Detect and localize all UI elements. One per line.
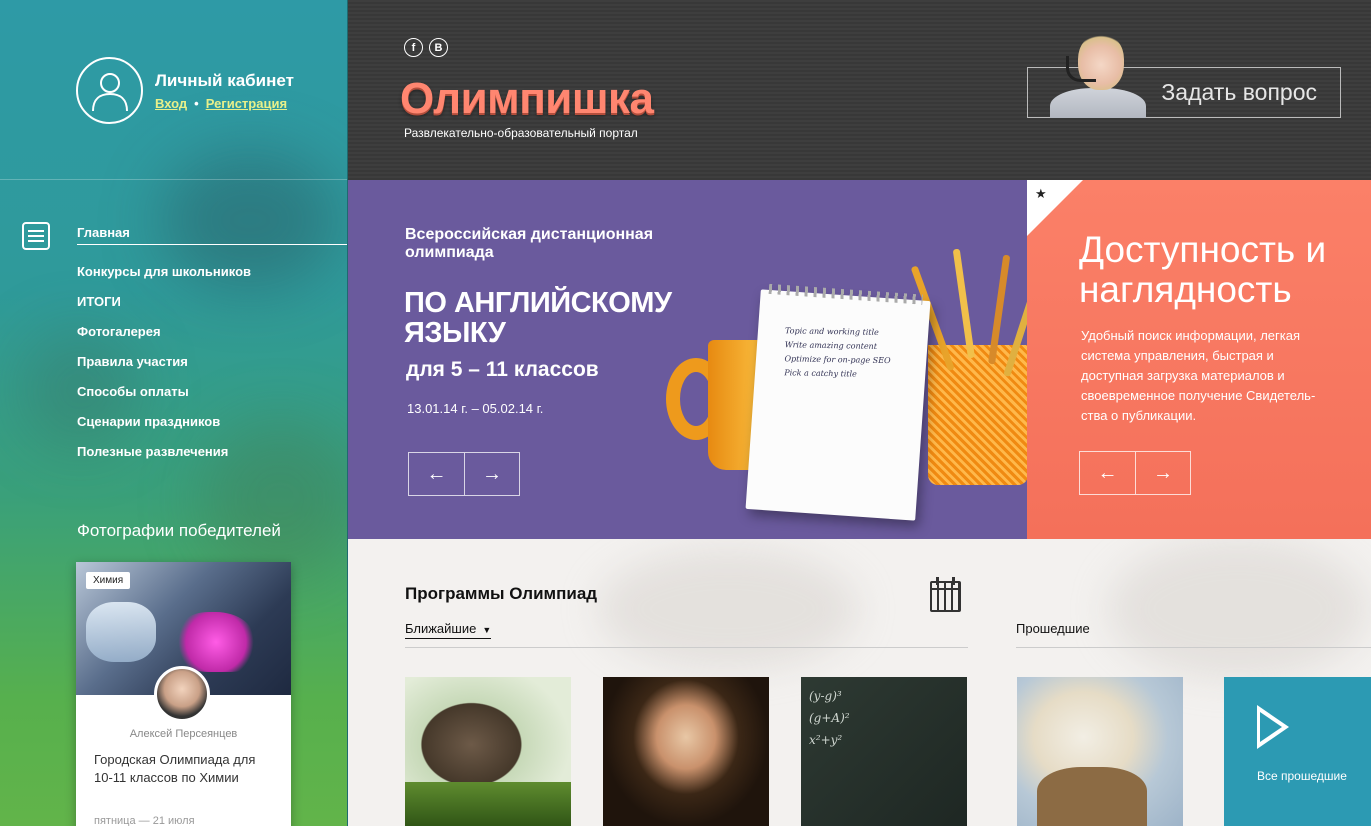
banner-slider-controls: ← → — [408, 452, 520, 496]
tab-upcoming[interactable]: Ближайшие ▼ — [405, 621, 492, 639]
all-past-label: Все прошедшие — [1257, 769, 1347, 783]
programs-section: Программы Олимпиад Ближайшие ▼ Прошедшие … — [348, 539, 1371, 826]
calendar-icon[interactable] — [930, 577, 961, 612]
feature-slider-controls: ← → — [1079, 451, 1191, 495]
background-blur — [1108, 539, 1368, 679]
nav-item-home[interactable]: Главная — [77, 226, 347, 245]
main-nav: Главная Конкурсы для школьников ИТОГИ Фо… — [77, 226, 347, 475]
winner-description: Городская Олимпиада для 10-11 классов по… — [94, 752, 256, 785]
chalkboard-formula: x²+y² — [809, 733, 843, 747]
feature-banner: ★ Доступность и наглядность Удобный поис… — [1027, 180, 1371, 539]
background-blur — [598, 549, 858, 669]
feature-text: Удобный поиск информации, легкая система… — [1081, 328, 1316, 423]
pencil-image — [952, 248, 975, 359]
ask-question-label: Задать вопрос — [1161, 79, 1317, 105]
banner-title: ПО АНГЛИЙСКОМУ ЯЗЫКУ — [404, 287, 672, 349]
nav-item-payment[interactable]: Способы оплаты — [77, 385, 347, 415]
register-link[interactable]: Регистрация — [206, 96, 287, 111]
winner-date: пятница — 21 июля — [94, 815, 195, 826]
separator-dot: • — [194, 95, 199, 111]
nav-item-contests[interactable]: Конкурсы для школьников — [77, 265, 347, 295]
divider — [1016, 647, 1371, 648]
banner-subtitle: Всероссийская дистанционная олимпиада — [405, 226, 654, 261]
nav-item-results[interactable]: ИТОГИ — [77, 295, 347, 325]
winner-name: Алексей Персеянцев — [129, 728, 238, 740]
promo-banner: Всероссийская дистанционная олимпиада ПО… — [348, 180, 1027, 539]
nav-item-rules[interactable]: Правила участия — [77, 355, 347, 385]
winners-title: Фотографии победителей — [77, 521, 281, 540]
support-operator-image — [1048, 34, 1146, 118]
olympiad-thumbnail-math[interactable]: (y-g)³ (g+A)² x²+y² — [801, 677, 967, 826]
divider — [405, 647, 968, 648]
facebook-icon[interactable]: f — [404, 38, 423, 57]
site-logo[interactable]: Олимпишка — [400, 74, 654, 124]
account-title: Личный кабинет — [155, 70, 294, 90]
user-icon[interactable] — [76, 57, 143, 124]
arrow-right-icon[interactable]: → — [1135, 452, 1190, 494]
banner-grades: для 5 – 11 классов — [406, 358, 599, 381]
vkontakte-icon[interactable]: B — [429, 38, 448, 57]
winner-card[interactable]: Химия Алексей Персеянцев Городская Олимп… — [76, 562, 291, 826]
chalkboard-formula: (g+A)² — [809, 711, 850, 725]
notepad-image: Topic and working title Write amazing co… — [745, 283, 931, 521]
login-link[interactable]: Вход — [155, 96, 187, 111]
account-block: Личный кабинет Вход • Регистрация — [76, 57, 294, 124]
nav-item-gallery[interactable]: Фотогалерея — [77, 325, 347, 355]
banner-dates: 13.01.14 г. – 05.02.14 г. — [407, 401, 544, 416]
social-links: f B — [404, 38, 448, 57]
arrow-left-icon[interactable]: ← — [409, 453, 464, 495]
notepad-line: Pick a catchy title — [784, 368, 857, 379]
olympiad-thumbnail-kiwi[interactable] — [405, 677, 571, 826]
star-icon: ★ — [1035, 186, 1047, 201]
chalkboard-formula: (y-g)³ — [809, 689, 842, 703]
olympiad-thumbnail-pushkin[interactable] — [603, 677, 769, 826]
site-tagline: Развлекательно-образовательный портал — [404, 126, 638, 140]
divider — [0, 179, 347, 180]
menu-icon[interactable] — [22, 222, 50, 250]
caret-down-icon: ▼ — [482, 625, 492, 635]
olympiad-thumbnail-einstein[interactable] — [1017, 677, 1183, 826]
header: f B Олимпишка Развлекательно-образовател… — [348, 0, 1371, 180]
feature-title: Доступность и наглядность — [1079, 229, 1327, 310]
nav-item-fun[interactable]: Полезные развлечения — [77, 445, 347, 475]
sidebar: Личный кабинет Вход • Регистрация Главная … — [0, 0, 348, 826]
tab-past[interactable]: Прошедшие — [1016, 621, 1090, 636]
all-past-button[interactable]: Все прошедшие — [1224, 677, 1371, 826]
arrow-left-icon[interactable]: ← — [1080, 452, 1135, 494]
avatar — [154, 666, 210, 722]
category-tag[interactable]: Химия — [86, 572, 131, 589]
nav-item-scenarios[interactable]: Сценарии праздников — [77, 415, 347, 445]
arrow-right-icon[interactable]: → — [464, 453, 519, 495]
programs-title: Программы Олимпиад — [405, 584, 598, 603]
tab-upcoming-label: Ближайшие — [405, 621, 477, 636]
